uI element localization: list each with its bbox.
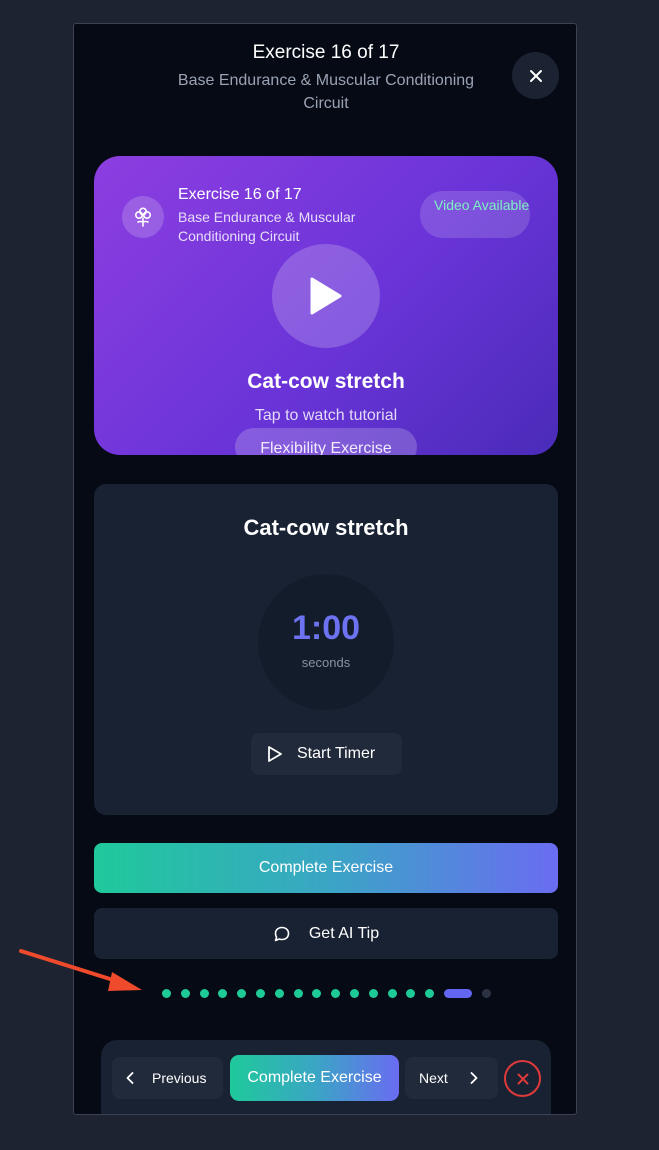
previous-button[interactable]: Previous xyxy=(112,1057,223,1099)
progress-dot-completed xyxy=(331,988,341,998)
page-title: Exercise 16 of 17 xyxy=(252,42,400,63)
hero-exercise-name: Cat-cow stretch xyxy=(247,370,405,393)
chat-bubble-icon xyxy=(274,926,290,941)
progress-dot-completed xyxy=(312,988,322,998)
tap-to-watch-text: Tap to watch tutorial xyxy=(254,407,398,424)
progress-dot-completed xyxy=(349,988,359,998)
next-button[interactable]: Next xyxy=(405,1057,498,1099)
progress-dot-completed xyxy=(274,988,284,998)
hero-circuit-name: Base Endurance & Muscular Conditioning C… xyxy=(178,209,356,244)
progress-dot-completed xyxy=(237,988,247,998)
timer-card: Cat-cow stretch 1:00 seconds Start Timer xyxy=(94,484,558,815)
progress-dot-upcoming xyxy=(481,988,491,998)
start-timer-button[interactable]: Start Timer xyxy=(251,733,402,775)
category-tag: Flexibility Exercise xyxy=(235,428,417,455)
progress-dot-completed xyxy=(406,988,416,998)
chevron-left-icon xyxy=(126,1072,134,1084)
play-outline-icon xyxy=(268,746,282,762)
progress-dot-completed xyxy=(180,988,190,998)
timer-unit: seconds xyxy=(301,655,351,670)
annotation-arrow-icon xyxy=(19,949,142,991)
next-label: Next xyxy=(419,1070,448,1086)
timer-value: 1:00 xyxy=(291,609,361,647)
progress-dot-completed xyxy=(425,988,435,998)
video-tutorial-card[interactable]: Exercise 16 of 17 Base Endurance & Muscu… xyxy=(94,156,558,455)
chevron-right-icon xyxy=(470,1072,478,1084)
close-icon xyxy=(529,69,542,82)
flower-icon xyxy=(122,196,164,238)
progress-dot-completed xyxy=(255,988,265,998)
complete-exercise-button[interactable]: Complete Exercise xyxy=(94,843,558,893)
progress-dot-completed xyxy=(387,988,397,998)
progress-dot-completed xyxy=(199,988,209,998)
progress-dot-completed xyxy=(368,988,378,998)
hero-exercise-count: Exercise 16 of 17 xyxy=(178,186,302,203)
progress-dot-current xyxy=(443,988,472,998)
progress-dot-completed xyxy=(293,988,303,998)
play-video-button[interactable] xyxy=(272,244,380,348)
x-circle-icon xyxy=(517,1073,528,1084)
video-available-badge: Video Available xyxy=(420,191,530,238)
page-subtitle: Base Endurance & Muscular Conditioning C… xyxy=(177,72,475,112)
bottom-navigation: Previous Complete Exercise Next xyxy=(101,1040,551,1114)
get-ai-tip-label: Get AI Tip xyxy=(308,924,380,942)
get-ai-tip-button[interactable]: Get AI Tip xyxy=(94,908,558,959)
progress-dot-completed xyxy=(218,988,228,998)
progress-dots xyxy=(162,988,491,998)
close-button[interactable] xyxy=(512,52,559,99)
progress-dot-completed xyxy=(162,988,171,998)
bottom-complete-exercise-button[interactable]: Complete Exercise xyxy=(230,1055,399,1101)
exit-workout-button[interactable] xyxy=(504,1060,541,1097)
timer-exercise-name: Cat-cow stretch xyxy=(243,515,409,540)
exercise-modal: Exercise 16 of 17 Base Endurance & Muscu… xyxy=(73,23,577,1115)
start-timer-label: Start Timer xyxy=(297,745,376,762)
previous-label: Previous xyxy=(152,1070,207,1086)
play-icon xyxy=(310,277,342,315)
